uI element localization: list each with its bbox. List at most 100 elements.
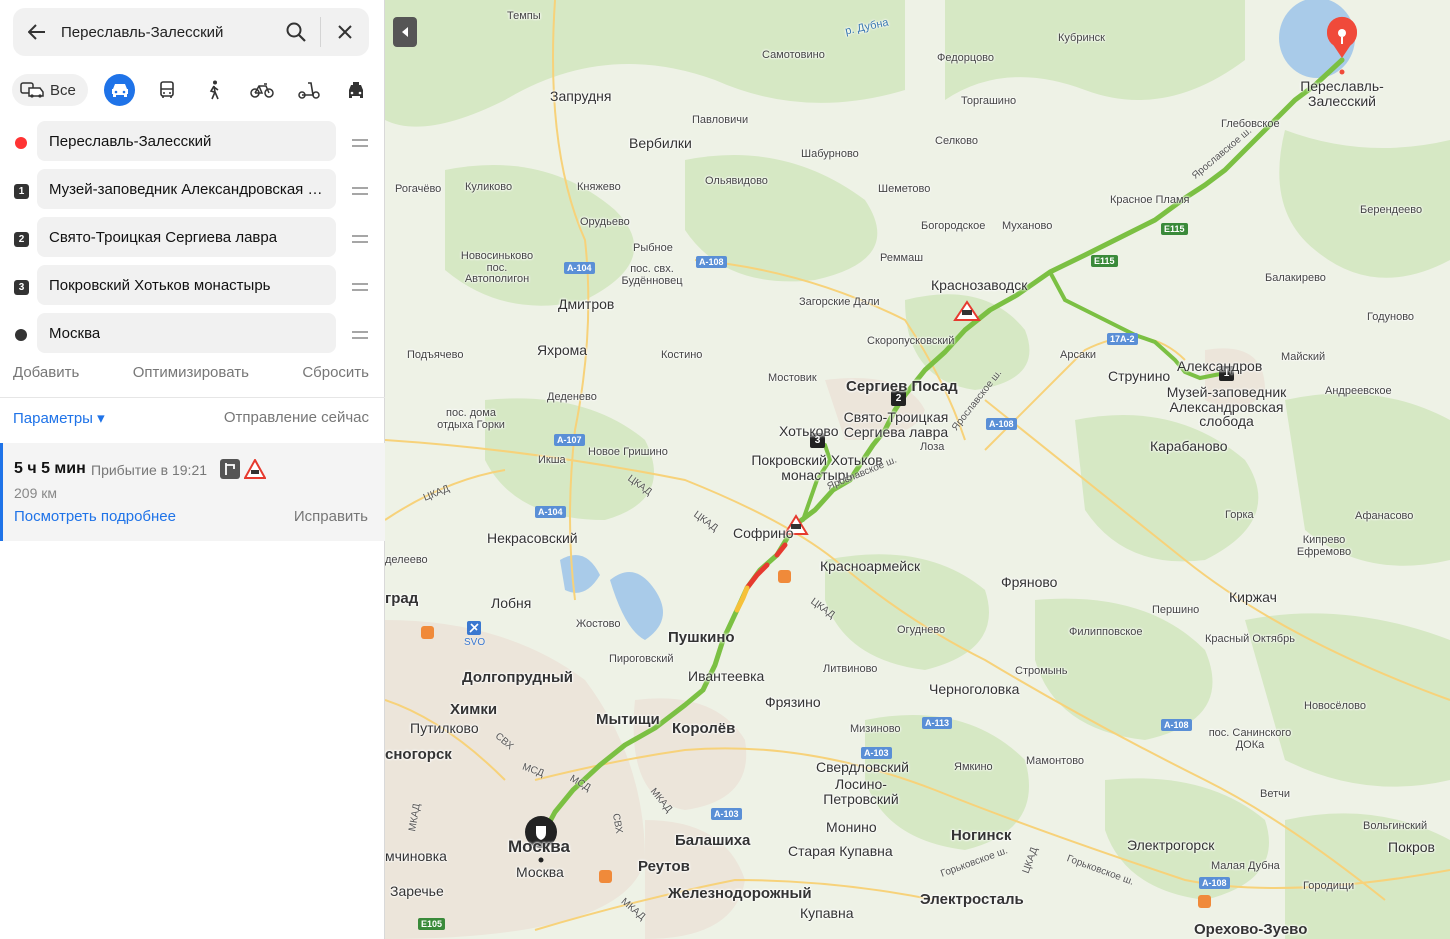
optimize-button[interactable]: Оптимизировать [133,364,249,381]
place-label: Филипповское [1069,626,1143,638]
waypoint-end: Москва [0,311,385,359]
fuel-station-icon[interactable] [599,870,612,883]
mode-all-button[interactable]: Все [12,74,88,106]
place-label: Королёв [672,720,736,737]
fuel-station-icon[interactable] [778,570,791,583]
place-label: Кипрево Ефремово [1296,534,1352,558]
route-arrival: Прибытие в 19:21 [91,462,208,478]
drag-handle-icon[interactable] [350,181,370,201]
place-label: Электрогорск [1127,837,1215,853]
place-label: Балашиха [675,832,751,849]
place-label: Ямкино [954,761,993,773]
waypoint-3-label: Покровский Хотьков монастырь [49,276,271,294]
mode-bike-button[interactable] [246,74,277,106]
road-shield: А-108 [696,256,727,268]
add-waypoint-button[interactable]: Добавить [13,364,79,381]
collapse-panel-button[interactable] [393,17,417,47]
place-label: Жостово [576,618,621,630]
fuel-station-icon[interactable] [1198,895,1211,908]
place-label: Красное Пламя [1110,194,1190,206]
taxi-icon [349,82,364,98]
waypoint-end-label: Москва [49,324,101,342]
place-label: Фряново [1001,574,1058,590]
place-label: Пушкино [668,629,735,646]
place-label: Мамонтово [1026,755,1085,767]
route-details-link[interactable]: Посмотреть подробнее [14,508,176,525]
place-label-lavra: Свято-Троицкая Сергиева лавра [843,409,949,440]
waypoint-start-field[interactable]: Переславль-Залесский [37,121,336,161]
arrow-left-icon [28,24,45,40]
place-label: Долгопрудный [462,669,574,686]
waypoint-start-label: Переславль-Залесский [49,132,212,150]
mode-car-button[interactable] [103,74,136,106]
place-label: Красноармейск [820,558,921,574]
airport-icon[interactable] [467,621,481,635]
place-label-museum: Музей-заповедник Александровская слобода [1166,384,1287,430]
road-shield: E115 [1091,255,1118,267]
route-duration: 5 ч 5 мин [14,460,86,477]
road-works-warning-icon [243,457,267,479]
place-label: Городищи [1303,880,1355,892]
place-label: Рогачёво [395,183,442,195]
place-label: Киржач [1229,589,1277,605]
drag-handle-icon[interactable] [350,133,370,153]
route-option-card[interactable]: 5 ч 5 мин Прибытие в 19:21 209 км Посмот… [0,443,385,541]
map-canvas[interactable]: 1 2 3 Темпы р. Дубна Кубринск Самотовино… [385,0,1450,939]
bike-icon [249,83,274,98]
mode-taxi-button[interactable] [341,74,372,106]
map-background [385,0,1450,939]
road-shield: А-103 [711,808,742,820]
parameters-dropdown[interactable]: Параметры ▾ [13,409,105,427]
mode-scooter-button[interactable] [293,74,324,106]
reset-button[interactable]: Сбросить [302,364,369,381]
search-input[interactable]: Переславль-Залесский [61,24,272,41]
back-button[interactable] [13,8,61,56]
mode-bus-button[interactable] [151,74,182,106]
road-shield: А-108 [986,418,1017,430]
road-shield: А-113 [922,717,953,729]
place-label: Богородское [921,220,986,232]
road-shield: А-108 [1161,719,1192,731]
place-label: Орехово-Зуево [1194,921,1308,938]
place-label: сногорск [385,746,452,763]
place-label: Ольявидово [705,175,768,187]
waypoint-end-field[interactable]: Москва [37,313,336,353]
place-label: Мытищи [596,711,660,728]
all-transport-icon [20,82,44,98]
place-label: Свердловский [816,759,909,775]
waypoint-2-field[interactable]: Свято-Троицкая Сергиева лавра [37,217,336,257]
place-label: Ногинск [951,827,1012,844]
departure-time-button[interactable]: Отправление сейчас [224,409,369,427]
search-button[interactable] [272,8,320,56]
waypoint-1: 1 Музей-заповедник Александровская с... [0,167,385,215]
place-label: Мостовик [768,372,817,384]
place-label: Загорские Дали [799,296,880,308]
place-label: Хотьково [779,423,839,439]
bus-icon [160,81,174,98]
place-label: Темпы [507,10,541,22]
place-label: делеево [385,554,428,566]
drag-handle-icon[interactable] [350,229,370,249]
place-label: Сергиев Посад [846,378,958,395]
place-label: Княжево [577,181,621,193]
place-label: Горка [1225,509,1254,521]
close-button[interactable] [321,8,369,56]
place-label: Купавна [800,905,854,921]
waypoint-3-field[interactable]: Покровский Хотьков монастырь [37,265,336,305]
place-label: пос. Санинского ДОКа [1208,727,1292,751]
drag-handle-icon[interactable] [350,277,370,297]
mode-walk-button[interactable] [199,74,230,106]
place-label: Торгашино [961,95,1017,107]
place-label: Новосиньково пос. Автополигон [460,250,534,286]
waypoint-3: 3 Покровский Хотьков монастырь [0,263,385,311]
waypoint-1-field[interactable]: Музей-заповедник Александровская с... [37,169,336,209]
place-label: Лосино- Петровский [823,776,899,807]
waypoint-marker: 2 [13,231,29,247]
place-label: Орудьево [580,216,630,228]
place-label: Химки [450,701,498,718]
fix-route-link[interactable]: Исправить [294,508,368,525]
drag-handle-icon[interactable] [350,325,370,345]
place-label: Костино [661,349,703,361]
search-box: Переславль-Залесский [13,8,369,56]
fuel-station-icon[interactable] [421,626,434,639]
